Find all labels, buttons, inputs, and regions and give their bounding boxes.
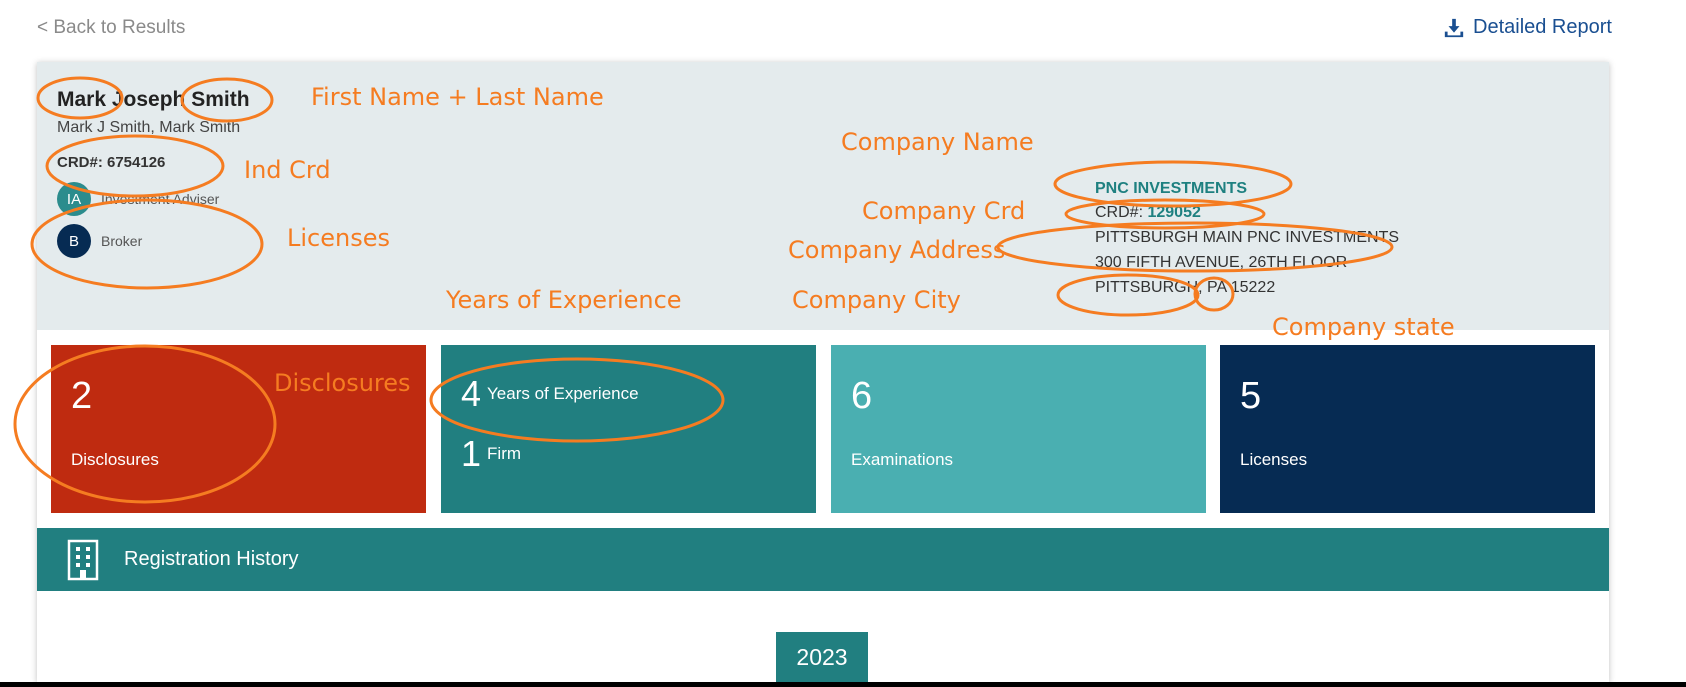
annotation-disclosures-label: Disclosures [274, 369, 411, 397]
license-item-ia: IA Investment Adviser [57, 182, 219, 216]
firms-row: 1 Firm [461, 433, 521, 475]
annotation-company-name-label: Company Name [841, 128, 1034, 156]
firm-crd-number: 129052 [1147, 204, 1201, 221]
firm-address-line-1: PITTSBURGH MAIN PNC INVESTMENTS [1095, 229, 1400, 246]
licenses-tile[interactable]: 5 Licenses [1220, 345, 1595, 513]
year-tab-2023[interactable]: 2023 [776, 632, 868, 682]
firm-crd: CRD#: 129052 [1095, 204, 1201, 222]
license-label: Broker [101, 233, 143, 249]
annotation-ind-crd-label: Ind Crd [244, 156, 331, 184]
individual-other-names: Mark J Smith, Mark Smith [57, 119, 241, 136]
bottom-divider [0, 682, 1686, 687]
firms-count: 1 [461, 433, 482, 474]
disclosures-label: Disclosures [71, 450, 159, 469]
annotation-company-crd-label: Company Crd [862, 197, 1026, 225]
detailed-report-label: Detailed Report [1473, 16, 1612, 38]
years-experience-count: 4 [461, 373, 482, 414]
examinations-label: Examinations [851, 450, 954, 469]
license-badge-ia: IA [57, 182, 91, 216]
registration-history-header[interactable]: Registration History [37, 528, 1609, 591]
disclosures-count: 2 [71, 375, 93, 417]
firm-address-line-2: 300 FIFTH AVENUE, 26TH FLOOR [1095, 254, 1348, 271]
annotation-years-label: Years of Experience [446, 286, 682, 314]
annotation-licenses-label: Licenses [287, 224, 390, 252]
detailed-report-link[interactable]: Detailed Report [1443, 16, 1612, 39]
licenses-count: 5 [1240, 375, 1262, 417]
firm-name[interactable]: PNC INVESTMENTS [1095, 180, 1247, 198]
examinations-tile[interactable]: 6 Examinations [831, 345, 1206, 513]
individual-full-name: Mark Joseph Smith [57, 88, 250, 111]
annotation-company-address-label: Company Address [788, 236, 1006, 264]
download-icon [1444, 18, 1464, 37]
back-to-results-link[interactable]: < Back to Results [37, 17, 185, 39]
licenses-label: Licenses [1240, 450, 1308, 469]
registration-history-title: Registration History [124, 548, 299, 570]
examinations-count: 6 [851, 375, 873, 417]
building-icon [67, 539, 99, 580]
license-badge-b: B [57, 224, 91, 258]
annotation-company-state-label: Company state [1272, 313, 1455, 341]
experience-tile[interactable]: 4 Years of Experience 1 Firm [441, 345, 816, 513]
annotation-name-label: First Name + Last Name [311, 83, 604, 111]
broker-profile-card: Mark Joseph Smith Mark J Smith, Mark Smi… [37, 62, 1609, 682]
firms-label: Firm [487, 444, 522, 463]
firm-city-state-zip: PITTSBURGH, PA 15222 [1095, 279, 1276, 296]
firm-crd-prefix: CRD#: [1095, 204, 1144, 221]
license-label: Investment Adviser [101, 191, 220, 207]
annotation-company-city-label: Company City [792, 286, 961, 314]
years-experience-row: 4 Years of Experience [461, 373, 639, 415]
license-item-broker: B Broker [57, 224, 142, 258]
years-experience-label: Years of Experience [487, 384, 639, 403]
individual-crd: CRD#: 6754126 [57, 154, 166, 171]
